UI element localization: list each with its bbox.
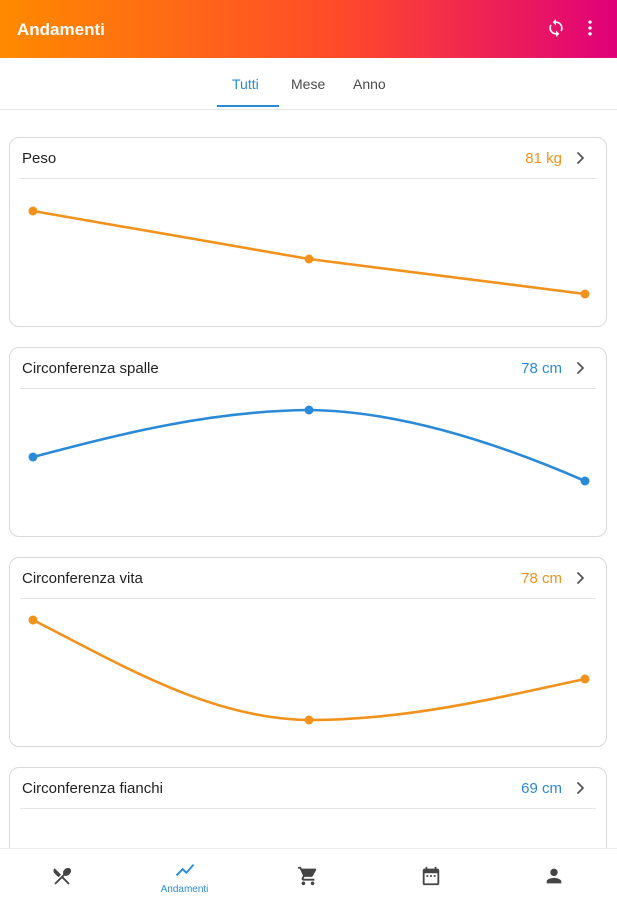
trend-point [580, 674, 590, 684]
trend-point [304, 715, 314, 725]
tab-tutti[interactable]: Tutti [232, 76, 259, 92]
trend-icon [175, 864, 194, 876]
person-icon [546, 868, 561, 884]
calendar-icon [422, 866, 439, 886]
more-vert-icon[interactable] [579, 17, 601, 39]
trend-card-spalle[interactable]: Circonferenza spalle 78 cm [9, 347, 607, 537]
cart-icon [297, 866, 316, 886]
chevron-right-icon [577, 362, 584, 374]
app-bar: Andamenti [0, 0, 617, 58]
trend-point [28, 206, 38, 216]
trend-chart [28, 615, 590, 725]
card-value: 78 cm [521, 360, 562, 377]
trend-point [28, 452, 38, 462]
card-value: 78 cm [521, 570, 562, 587]
tab-active-indicator [217, 105, 279, 107]
period-tabs: Tutti Mese Anno [0, 58, 617, 110]
sync-icon[interactable] [545, 17, 567, 39]
card-title: Circonferenza vita [22, 570, 143, 587]
card-title: Circonferenza fianchi [22, 780, 163, 797]
card-header[interactable]: Circonferenza vita 78 cm [10, 558, 606, 598]
tab-mese[interactable]: Mese [291, 76, 325, 92]
trend-point [580, 476, 590, 486]
page-title: Andamenti [17, 20, 105, 39]
nav-item-profile[interactable] [492, 849, 615, 900]
chevron-right-icon [577, 782, 584, 794]
app-root: Andamenti Tutti Mese Anno Peso 81 kg Cir… [0, 0, 617, 900]
utensils-icon [53, 867, 71, 885]
card-title: Circonferenza spalle [22, 360, 159, 377]
nav-item-andamenti[interactable]: Andamenti [123, 849, 246, 900]
card-header[interactable]: Circonferenza spalle 78 cm [10, 348, 606, 388]
card-header[interactable]: Circonferenza fianchi 69 cm [10, 768, 606, 808]
trend-point [304, 405, 314, 415]
trend-line [32, 209, 586, 296]
nav-item-meals[interactable] [0, 849, 123, 900]
nav-item-shopping[interactable] [246, 849, 369, 900]
nav-label: Andamenti [160, 884, 209, 895]
card-header[interactable]: Peso 81 kg [10, 138, 606, 178]
card-title: Peso [22, 150, 57, 167]
trend-card-vita[interactable]: Circonferenza vita 78 cm [9, 557, 607, 747]
card-value: 81 kg [525, 150, 562, 167]
card-divider [20, 808, 596, 809]
tab-anno[interactable]: Anno [353, 76, 386, 92]
bottom-navigation: Andamenti [0, 848, 617, 900]
trend-chart [28, 206, 590, 299]
trend-point [580, 289, 590, 299]
trend-line [32, 618, 586, 722]
chevron-right-icon [577, 572, 584, 584]
trend-card-peso[interactable]: Peso 81 kg [9, 137, 607, 327]
app-bar-actions [545, 17, 601, 39]
nav-item-calendar[interactable] [369, 849, 492, 900]
trend-chart [28, 405, 590, 486]
chevron-right-icon [577, 152, 584, 164]
trend-line [32, 408, 586, 483]
trend-point [304, 254, 314, 264]
card-value: 69 cm [521, 780, 562, 797]
trend-point [28, 615, 38, 625]
